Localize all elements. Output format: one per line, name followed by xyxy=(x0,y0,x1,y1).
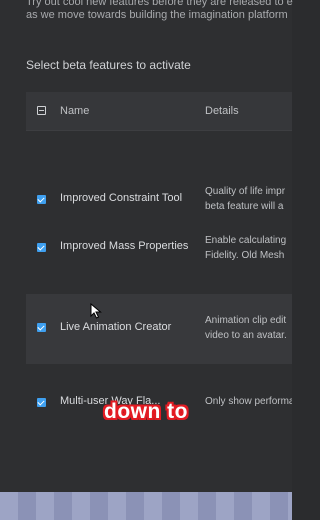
details-line: Animation clip edit xyxy=(205,315,287,326)
intro-line-1: Try out cool new features before they ar… xyxy=(26,0,293,8)
beta-features-table: Name Details Improved Constraint Tool Qu… xyxy=(26,92,292,492)
row-checkbox[interactable] xyxy=(37,323,46,332)
video-caption: down to xyxy=(104,400,188,423)
feature-name: Improved Constraint Tool xyxy=(60,192,183,204)
table-header: Name Details xyxy=(26,92,292,131)
intro-text: Try out cool new features before they ar… xyxy=(26,0,296,22)
row-checkbox[interactable] xyxy=(37,243,46,252)
details-line: video to an avatar. xyxy=(205,330,287,341)
details-line: Fidelity. Old Mesh xyxy=(205,250,285,261)
row-checkbox[interactable] xyxy=(37,195,46,204)
background-floor xyxy=(0,492,292,520)
details-line: Enable calculating xyxy=(205,235,287,246)
column-header-name: Name xyxy=(60,105,90,117)
feature-details: Enable calculating Fidelity. Old Mesh xyxy=(205,233,292,263)
feature-details: Animation clip edit video to an avatar. xyxy=(205,313,292,343)
mouse-pointer-icon xyxy=(90,303,102,319)
feature-name: Improved Mass Properties xyxy=(60,240,189,252)
column-header-details: Details xyxy=(205,105,239,117)
intro-line-2: as we move towards building the imaginat… xyxy=(26,9,288,21)
table-row[interactable]: Improved Constraint Tool Quality of life… xyxy=(26,131,292,212)
table-row[interactable]: Live Animation Creator Animation clip ed… xyxy=(26,294,292,364)
section-title: Select beta features to activate xyxy=(26,58,191,72)
select-all-checkbox[interactable] xyxy=(37,106,46,115)
details-line: Quality of life impr xyxy=(205,186,286,197)
table-row[interactable]: Improved Mass Properties Enable calculat… xyxy=(26,206,292,294)
feature-name: Live Animation Creator xyxy=(60,321,172,333)
